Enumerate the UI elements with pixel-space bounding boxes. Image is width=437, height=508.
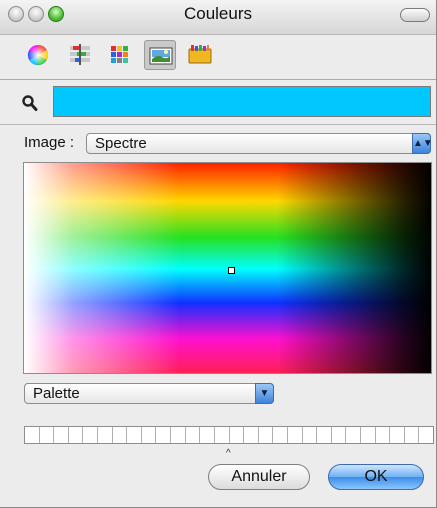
swatch-cell[interactable] [200,427,215,443]
colors-window: Couleurs Image: Spectre ▲▼ Palette ▼ ^ … [0,0,437,508]
image-select-value: Spectre [95,135,147,152]
swatch-cell[interactable] [244,427,259,443]
image-palettes-icon [149,47,173,65]
title-bar[interactable]: Couleurs [0,0,436,35]
swatch-cell[interactable] [390,427,405,443]
crayons-icon [188,45,212,64]
color-picker-cursor[interactable] [228,267,235,274]
swatch-cell[interactable] [171,427,186,443]
swatch-cell[interactable] [273,427,288,443]
swatch-cell[interactable] [69,427,84,443]
swatch-cell[interactable] [142,427,157,443]
color-wheel-icon [27,44,49,66]
swatch-cell[interactable] [54,427,69,443]
swatch-cell[interactable] [259,427,274,443]
resize-grip-icon[interactable]: ^ [226,448,231,459]
spectrum-image[interactable] [23,162,432,374]
color-palettes-tab[interactable] [105,40,137,70]
swatch-cell[interactable] [361,427,376,443]
swatch-cell[interactable] [113,427,128,443]
swatch-cell[interactable] [186,427,201,443]
palette-select-value: Palette [33,385,80,402]
swatch-cell[interactable] [346,427,362,443]
swatch-cell[interactable] [317,427,332,443]
swatch-cell[interactable] [303,427,318,443]
swatch-cell[interactable] [376,427,391,443]
swatch-divider [0,124,436,125]
cancel-button[interactable]: Annuler [208,464,310,490]
toolbar-toggle-button[interactable] [400,8,430,22]
color-wheel-tab[interactable] [22,40,54,70]
chevron-down-icon: ▼ [255,383,274,404]
image-select[interactable]: Spectre ▲▼ [86,133,433,154]
swatch-cell[interactable] [156,427,172,443]
color-sliders-icon [70,44,90,65]
color-sliders-tab[interactable] [64,40,96,70]
swatch-cell[interactable] [332,427,347,443]
color-palettes-icon [111,46,128,63]
swatch-grid[interactable] [24,426,434,444]
crayons-tab[interactable] [184,40,216,70]
toolbar-divider [0,79,436,80]
swatch-cell[interactable] [127,427,142,443]
updown-arrows-icon: ▲▼ [412,133,433,154]
ok-button[interactable]: OK [328,464,424,490]
swatch-cell[interactable] [83,427,99,443]
swatch-cell[interactable] [419,427,433,443]
current-color-swatch[interactable] [53,86,431,117]
window-title: Couleurs [183,4,253,23]
image-label: Image : [24,134,75,151]
mode-toolbar [0,35,436,79]
swatch-cell[interactable] [230,427,245,443]
swatch-cell[interactable] [25,427,40,443]
magnifier-icon[interactable] [22,95,38,112]
swatch-cell[interactable] [288,427,303,443]
palette-select[interactable]: Palette ▼ [24,383,274,404]
swatch-cell[interactable] [40,427,55,443]
image-palettes-tab[interactable] [144,40,176,70]
swatch-cell[interactable] [405,427,420,443]
swatch-cell[interactable] [98,427,113,443]
swatch-cell[interactable] [215,427,230,443]
